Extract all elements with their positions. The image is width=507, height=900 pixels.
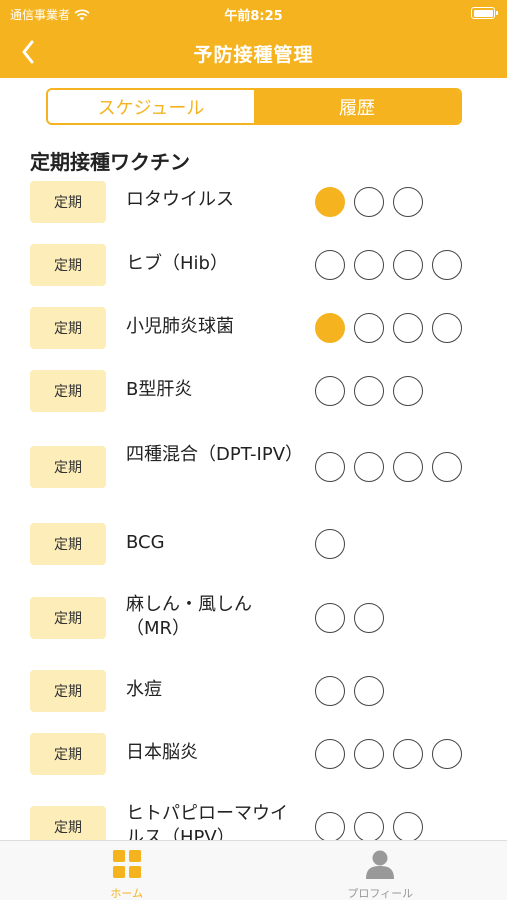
dose-circle-pending[interactable] <box>393 452 423 482</box>
dose-circle-pending[interactable] <box>393 812 423 840</box>
dose-circle-pending[interactable] <box>315 376 345 406</box>
dose-circle-pending[interactable] <box>354 376 384 406</box>
vaccine-name: 小児肺炎球菌 <box>126 316 234 337</box>
dose-circle-pending[interactable] <box>393 187 423 217</box>
dose-circle-pending[interactable] <box>393 376 423 406</box>
dose-indicators <box>315 376 423 406</box>
vaccine-name: 水痘 <box>126 679 162 700</box>
dose-circle-pending[interactable] <box>315 529 345 559</box>
vaccine-name: 四種混合（DPT-IPV） <box>126 444 304 465</box>
dose-indicators <box>315 739 462 769</box>
tab-profile[interactable]: プロフィール <box>254 841 507 900</box>
vaccine-type-badge: 定期 <box>30 370 106 412</box>
dose-circle-pending[interactable] <box>432 313 462 343</box>
dose-circle-pending[interactable] <box>432 250 462 280</box>
vaccine-type-badge: 定期 <box>30 733 106 775</box>
tab-profile-label: プロフィール <box>347 887 414 900</box>
home-grid-icon <box>112 850 141 878</box>
vaccine-type-badge: 定期 <box>30 244 106 286</box>
vaccine-type-badge: 定期 <box>30 307 106 349</box>
dose-circle-completed[interactable] <box>315 187 345 217</box>
vaccine-name: B型肝炎 <box>126 379 193 400</box>
tab-bar: ホーム プロフィール <box>0 840 507 900</box>
vaccine-name: ロタウイルス <box>126 189 234 210</box>
dose-circle-pending[interactable] <box>315 739 345 769</box>
dose-circle-pending[interactable] <box>354 812 384 840</box>
dose-indicators <box>315 313 462 343</box>
dose-circle-pending[interactable] <box>354 250 384 280</box>
vaccine-name: BCG <box>126 532 165 553</box>
dose-indicators <box>315 452 462 482</box>
vaccine-type-badge: 定期 <box>30 670 106 712</box>
dose-circle-pending[interactable] <box>315 452 345 482</box>
vaccine-type-badge: 定期 <box>30 446 106 488</box>
dose-indicators <box>315 250 462 280</box>
vaccine-type-badge: 定期 <box>30 523 106 565</box>
dose-indicators <box>315 603 384 633</box>
dose-circle-pending[interactable] <box>393 739 423 769</box>
dose-circle-pending[interactable] <box>315 250 345 280</box>
vaccine-list: 定期 ロタウイルス 定期 ヒブ（Hib） 定期 小児肺炎球菌 定期 B型肝炎 定期 四種混合（DP… <box>0 0 507 840</box>
dose-circle-pending[interactable] <box>432 452 462 482</box>
person-icon <box>366 850 395 879</box>
dose-circle-pending[interactable] <box>354 313 384 343</box>
vaccine-name: ヒブ（Hib） <box>126 253 228 274</box>
dose-circle-pending[interactable] <box>393 250 423 280</box>
dose-circle-pending[interactable] <box>354 739 384 769</box>
dose-indicators <box>315 812 423 840</box>
dose-circle-completed[interactable] <box>315 313 345 343</box>
vaccine-type-badge: 定期 <box>30 597 106 639</box>
dose-circle-pending[interactable] <box>315 676 345 706</box>
vaccine-name: ヒトパピローマウイルス（HPV） <box>126 803 288 840</box>
tab-home-label: ホーム <box>110 887 144 900</box>
dose-circle-pending[interactable] <box>354 187 384 217</box>
dose-circle-pending[interactable] <box>354 603 384 633</box>
vaccine-name: 日本脳炎 <box>126 742 198 763</box>
tab-home[interactable]: ホーム <box>0 841 254 900</box>
vaccine-name: 麻しん・風しん（MR） <box>126 594 252 639</box>
dose-circle-pending[interactable] <box>354 676 384 706</box>
dose-indicators <box>315 676 384 706</box>
vaccine-type-badge: 定期 <box>30 181 106 223</box>
dose-indicators <box>315 187 423 217</box>
dose-circle-pending[interactable] <box>354 452 384 482</box>
dose-circle-pending[interactable] <box>432 739 462 769</box>
dose-circle-pending[interactable] <box>315 812 345 840</box>
dose-indicators <box>315 529 345 559</box>
vaccine-type-badge: 定期 <box>30 806 106 840</box>
dose-circle-pending[interactable] <box>393 313 423 343</box>
dose-circle-pending[interactable] <box>315 603 345 633</box>
